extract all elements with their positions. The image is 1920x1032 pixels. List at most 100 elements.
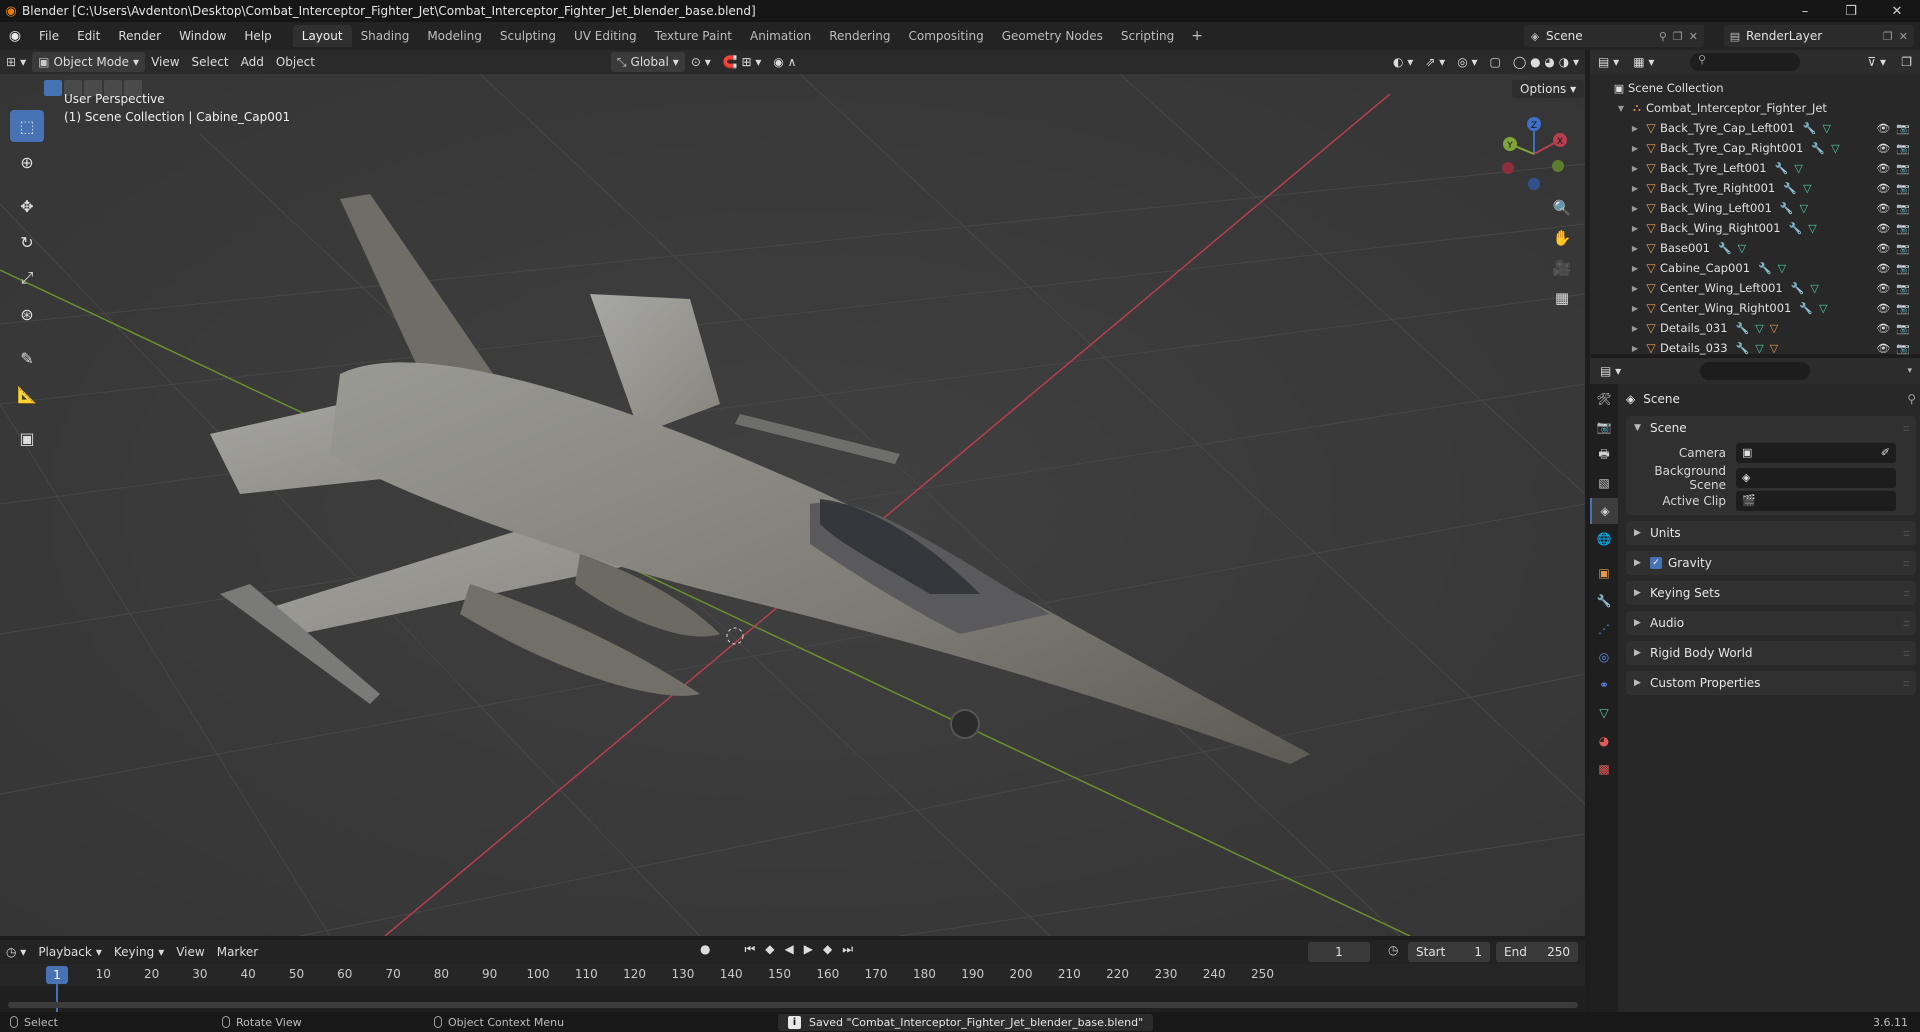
eye-icon[interactable]: 👁 xyxy=(1876,302,1890,315)
outliner-item[interactable]: ▶ ▽ Back_Tyre_Left001 🔧 ▽ 👁 📷 xyxy=(1590,158,1920,178)
material-icon[interactable]: ▽ xyxy=(1770,342,1778,355)
drag-grip-icon[interactable]: :::: xyxy=(1903,618,1911,629)
options-dropdown[interactable]: Options ▾ xyxy=(1512,80,1585,98)
outliner-item[interactable]: ▶ ▽ Back_Tyre_Cap_Left001 🔧 ▽ 👁 📷 xyxy=(1590,118,1920,138)
wrench-icon[interactable]: 🔧 xyxy=(1736,342,1750,355)
camera-render-icon[interactable]: 📷 xyxy=(1896,162,1910,175)
expand-icon[interactable]: ▶ xyxy=(1628,184,1642,193)
material-icon[interactable]: ▽ xyxy=(1770,322,1778,335)
mesh-data-icon[interactable]: ▽ xyxy=(1794,162,1802,175)
outliner-item[interactable]: ▶ ▽ Base001 🔧 ▽ 👁 📷 xyxy=(1590,238,1920,258)
expand-icon[interactable]: ▶ xyxy=(1628,324,1642,333)
texture-tab-icon[interactable]: ▩ xyxy=(1590,756,1618,782)
visibility-icon[interactable]: ◐ ▾ xyxy=(1387,52,1419,72)
expand-icon[interactable]: ▶ xyxy=(1628,244,1642,253)
wrench-icon[interactable]: 🔧 xyxy=(1791,282,1805,295)
renderlayer-name[interactable]: RenderLayer xyxy=(1746,29,1822,43)
minimize-button[interactable]: – xyxy=(1782,0,1828,22)
rigid-body-world-panel[interactable]: ▶ Rigid Body World:::: xyxy=(1626,641,1916,665)
menu-playback[interactable]: Playback ▾ xyxy=(32,942,108,962)
jump-start-icon[interactable]: ⏮ xyxy=(744,942,755,957)
outliner-editor-icon[interactable]: ▤ ▾ xyxy=(1598,55,1619,69)
expand-icon[interactable]: ▶ xyxy=(1628,264,1642,273)
camera-render-icon[interactable]: 📷 xyxy=(1896,322,1910,335)
clock-icon[interactable]: ◷ xyxy=(1388,943,1398,957)
expand-icon[interactable]: ▶ xyxy=(1628,224,1642,233)
zoom-icon[interactable]: 🔍 xyxy=(1548,194,1576,222)
outliner-item[interactable]: ▶ ▽ Details_031 🔧 ▽ ▽ 👁 📷 xyxy=(1590,318,1920,338)
tab-uv-editing[interactable]: UV Editing xyxy=(565,25,646,47)
eye-icon[interactable]: 👁 xyxy=(1876,122,1890,135)
expand-icon[interactable]: ▶ xyxy=(1628,344,1642,353)
pan-hand-icon[interactable]: ✋ xyxy=(1548,224,1576,252)
eye-icon[interactable]: 👁 xyxy=(1876,262,1890,275)
gravity-panel[interactable]: ▶ ✓ Gravity:::: xyxy=(1626,551,1916,575)
play-icon[interactable]: ▶ xyxy=(804,942,813,957)
modifier-tab-icon[interactable]: 🔧 xyxy=(1590,588,1618,614)
proportional-edit-icon[interactable]: ◉ ∧ xyxy=(767,52,802,72)
menu-timeline-view[interactable]: View xyxy=(170,942,210,962)
menu-file[interactable]: File xyxy=(30,22,68,50)
properties-editor-icon[interactable]: ▤ ▾ xyxy=(1600,364,1621,378)
expand-icon[interactable]: ▶ xyxy=(1628,304,1642,313)
shading-modes-icon[interactable]: ◯ ● ◕ ◑ ▾ xyxy=(1507,52,1585,72)
camera-field[interactable]: ▣ ✐ xyxy=(1736,442,1896,463)
tab-shading[interactable]: Shading xyxy=(352,25,419,47)
menu-keying[interactable]: Keying ▾ xyxy=(108,942,170,962)
wrench-icon[interactable]: 🔧 xyxy=(1718,242,1732,255)
eye-icon[interactable]: 👁 xyxy=(1876,182,1890,195)
menu-window[interactable]: Window xyxy=(170,22,235,50)
material-tab-icon[interactable]: ◕ xyxy=(1590,728,1618,754)
camera-render-icon[interactable]: 📷 xyxy=(1896,202,1910,215)
camera-render-icon[interactable]: 📷 xyxy=(1896,302,1910,315)
camera-render-icon[interactable]: 📷 xyxy=(1896,262,1910,275)
tab-scripting[interactable]: Scripting xyxy=(1112,25,1183,47)
drag-grip-icon[interactable]: :::: xyxy=(1903,528,1911,539)
mesh-data-icon[interactable]: ▽ xyxy=(1810,282,1818,295)
object-tab-icon[interactable]: ▣ xyxy=(1590,560,1618,586)
outliner-item[interactable]: ▶ ▽ Center_Wing_Right001 🔧 ▽ 👁 📷 xyxy=(1590,298,1920,318)
camera-view-icon[interactable]: 🎥 xyxy=(1548,254,1576,282)
wrench-icon[interactable]: 🔧 xyxy=(1780,202,1794,215)
eye-icon[interactable]: 👁 xyxy=(1876,322,1890,335)
outliner-search-input[interactable]: ⚲ xyxy=(1690,53,1800,71)
wrench-icon[interactable]: 🔧 xyxy=(1783,182,1797,195)
gravity-checkbox[interactable]: ✓ xyxy=(1650,557,1662,569)
start-frame-field[interactable]: Start 1 xyxy=(1408,942,1490,962)
scene-panel-header[interactable]: ▼ Scene :::: xyxy=(1626,416,1916,440)
camera-render-icon[interactable]: 📷 xyxy=(1896,142,1910,155)
mesh-data-icon[interactable]: ▽ xyxy=(1755,322,1763,335)
drag-grip-icon[interactable]: :::: xyxy=(1903,558,1911,569)
collapse-icon[interactable]: ▼ xyxy=(1614,104,1628,113)
delete-layer-icon[interactable]: ✕ xyxy=(1899,30,1908,43)
outliner-item[interactable]: ▶ ▽ Back_Tyre_Right001 🔧 ▽ 👁 📷 xyxy=(1590,178,1920,198)
tab-texture-paint[interactable]: Texture Paint xyxy=(646,25,741,47)
camera-render-icon[interactable]: 📷 xyxy=(1896,182,1910,195)
drag-grip-icon[interactable]: :::: xyxy=(1903,648,1911,659)
current-frame-field[interactable]: 1 xyxy=(1308,942,1370,962)
mode-dropdown[interactable]: ▣ Object Mode ▾ xyxy=(32,52,146,72)
wrench-icon[interactable]: 🔧 xyxy=(1789,222,1803,235)
rotate-icon[interactable]: ↻ xyxy=(10,226,44,258)
wrench-icon[interactable]: 🔧 xyxy=(1775,162,1789,175)
tab-layout[interactable]: Layout xyxy=(292,25,352,47)
menu-object[interactable]: Object xyxy=(270,52,321,72)
filter-icon[interactable]: ⊽ ▾ xyxy=(1867,55,1886,69)
tab-rendering[interactable]: Rendering xyxy=(820,25,899,47)
menu-help[interactable]: Help xyxy=(235,22,280,50)
drag-grip-icon[interactable]: :::: xyxy=(1903,423,1911,434)
properties-search-input[interactable] xyxy=(1700,362,1810,380)
eye-icon[interactable]: 👁 xyxy=(1876,202,1890,215)
tab-geometry-nodes[interactable]: Geometry Nodes xyxy=(993,25,1112,47)
camera-render-icon[interactable]: 📷 xyxy=(1896,282,1910,295)
maximize-button[interactable]: ❐ xyxy=(1828,0,1874,22)
jump-end-icon[interactable]: ⏭ xyxy=(842,942,853,957)
3d-viewport[interactable]: User Perspective (1) Scene Collection | … xyxy=(0,74,1585,936)
scene-tab-icon[interactable]: ◈ xyxy=(1590,498,1618,524)
navigation-gizmo[interactable]: Z X Y xyxy=(1494,114,1574,194)
tab-compositing[interactable]: Compositing xyxy=(899,25,992,47)
select-new-icon[interactable] xyxy=(44,80,62,96)
xray-icon[interactable]: ▢ xyxy=(1484,52,1507,72)
output-tab-icon[interactable]: 🖶 xyxy=(1590,442,1618,468)
mesh-data-icon[interactable]: ▽ xyxy=(1755,342,1763,355)
